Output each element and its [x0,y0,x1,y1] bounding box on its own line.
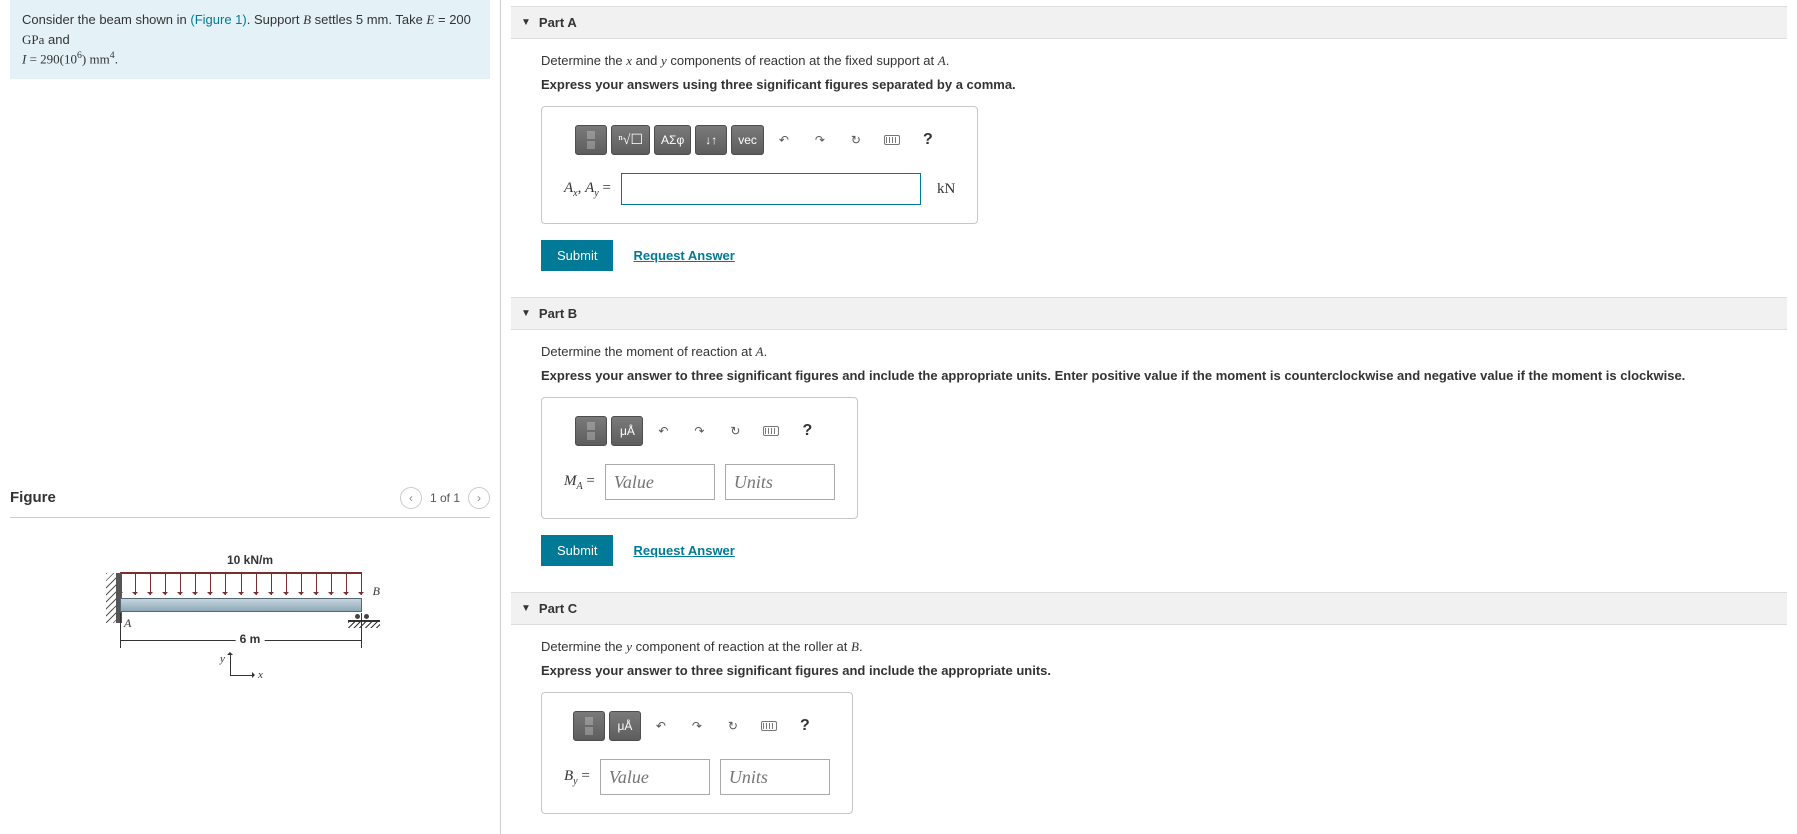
caret-down-icon: ▼ [521,603,531,614]
help-button[interactable]: ? [912,125,944,155]
point-b-label: B [373,584,380,599]
part-a-instruction: Determine the x and y components of reac… [541,53,1777,69]
problem-statement: Consider the beam shown in (Figure 1). S… [10,0,490,79]
part-a-unit: kN [931,181,955,198]
keyboard-button[interactable] [876,125,908,155]
vec-button[interactable]: vec [731,125,764,155]
beam-diagram: 10 kN/m A B 6 m y [120,548,380,698]
part-c-units-input[interactable] [720,759,830,795]
part-c-value-input[interactable] [600,759,710,795]
part-b-title: Part B [539,306,577,321]
keyboard-icon [761,721,777,731]
caret-down-icon: ▼ [521,17,531,28]
reset-button[interactable]: ↻ [717,711,749,741]
load-label: 10 kN/m [227,553,273,567]
span-label: 6 m [236,632,265,646]
subsup-button[interactable]: ↓↑ [695,125,727,155]
keyboard-icon [763,426,779,436]
redo-button[interactable]: ↷ [681,711,713,741]
undo-button[interactable]: ↶ [647,416,679,446]
figure-link[interactable]: (Figure 1) [190,12,246,27]
figure-counter: 1 of 1 [430,491,460,505]
reset-button[interactable]: ↻ [840,125,872,155]
caret-down-icon: ▼ [521,308,531,319]
part-c-header[interactable]: ▼ Part C [511,592,1787,625]
greek-button[interactable]: ΑΣφ [654,125,691,155]
part-c-instruction: Determine the y component of reaction at… [541,639,1777,655]
part-a-submit-button[interactable]: Submit [541,240,613,271]
templates-button[interactable] [575,416,607,446]
part-c-answer-frame: μÅ ↶ ↷ ↻ ? By = [541,692,853,814]
part-a-input[interactable] [621,173,921,205]
figure-title: Figure [10,489,56,506]
problem-text: Consider the beam shown in [22,12,190,27]
templates-button[interactable] [575,125,607,155]
part-a-request-answer-link[interactable]: Request Answer [633,248,734,263]
point-a-label: A [124,616,131,631]
keyboard-icon [884,135,900,145]
part-c-title: Part C [539,601,577,616]
templates-button[interactable] [573,711,605,741]
part-b-instruction: Determine the moment of reaction at A. [541,344,1777,360]
part-a-header[interactable]: ▼ Part A [511,6,1787,39]
units-button[interactable]: μÅ [609,711,641,741]
undo-button[interactable]: ↶ [645,711,677,741]
figure-next-button[interactable]: › [468,487,490,509]
keyboard-button[interactable] [755,416,787,446]
part-b-submit-button[interactable]: Submit [541,535,613,566]
figure-area: 10 kN/m A B 6 m y [10,518,490,728]
part-b-answer-frame: μÅ ↶ ↷ ↻ ? MA = [541,397,858,519]
part-b-units-input[interactable] [725,464,835,500]
redo-button[interactable]: ↷ [804,125,836,155]
part-c-format: Express your answer to three significant… [541,663,1777,678]
figure-header: Figure ‹ 1 of 1 › [10,479,490,518]
part-b-format: Express your answer to three significant… [541,368,1777,383]
part-a-answer-frame: ⁿ√☐ ΑΣφ ↓↑ vec ↶ ↷ ↻ ? Ax, Ay = kN [541,106,978,224]
reset-button[interactable]: ↻ [719,416,751,446]
part-a-format: Express your answers using three signifi… [541,77,1777,92]
figure-prev-button[interactable]: ‹ [400,487,422,509]
sqrt-button[interactable]: ⁿ√☐ [611,125,650,155]
part-b-value-input[interactable] [605,464,715,500]
keyboard-button[interactable] [753,711,785,741]
help-button[interactable]: ? [791,416,823,446]
part-b-lhs: MA = [564,473,595,492]
part-a-title: Part A [539,15,577,30]
redo-button[interactable]: ↷ [683,416,715,446]
part-b-header[interactable]: ▼ Part B [511,297,1787,330]
part-a-lhs: Ax, Ay = [564,180,611,199]
part-b-request-answer-link[interactable]: Request Answer [633,543,734,558]
undo-button[interactable]: ↶ [768,125,800,155]
part-c-lhs: By = [564,768,590,787]
help-button[interactable]: ? [789,711,821,741]
units-button[interactable]: μÅ [611,416,643,446]
